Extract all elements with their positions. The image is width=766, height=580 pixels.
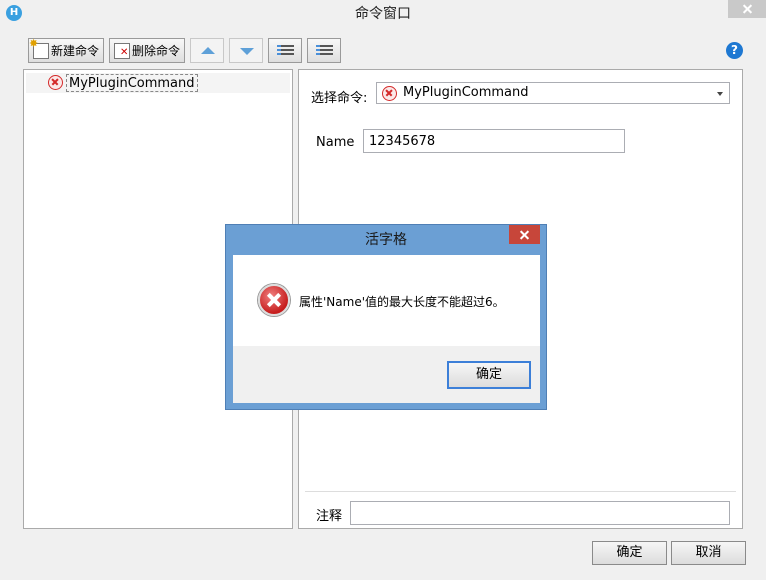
new-command-label: 新建命令 <box>51 44 100 58</box>
new-command-icon <box>29 37 49 59</box>
ok-button[interactable]: 确定 <box>592 541 667 565</box>
expand-list-button[interactable] <box>268 38 302 63</box>
list-expand-icon <box>277 45 294 57</box>
move-up-button[interactable] <box>190 38 224 63</box>
delete-command-icon <box>114 42 130 59</box>
window-close-button[interactable] <box>728 0 766 18</box>
collapse-list-button[interactable] <box>307 38 341 63</box>
tree-item[interactable]: MyPluginCommand <box>26 73 290 93</box>
error-icon <box>258 284 290 316</box>
error-icon <box>48 75 63 90</box>
command-select-value: MyPluginCommand <box>403 85 529 100</box>
title-bar: H 命令窗口 <box>0 0 766 26</box>
list-collapse-icon <box>316 45 333 57</box>
note-label: 注释 <box>316 509 343 524</box>
name-input[interactable] <box>363 129 625 153</box>
chevron-down-icon <box>717 92 723 96</box>
cancel-button[interactable]: 取消 <box>671 541 746 565</box>
move-down-button[interactable] <box>229 38 263 63</box>
dialog-title: 活字格 <box>365 232 407 248</box>
error-icon <box>382 86 397 101</box>
dialog-body: 属性'Name'值的最大长度不能超过6。 <box>233 255 540 346</box>
dialog-message: 属性'Name'值的最大长度不能超过6。 <box>299 295 505 309</box>
command-select[interactable]: MyPluginCommand <box>376 82 730 104</box>
help-icon[interactable]: ? <box>726 42 743 59</box>
new-command-button[interactable]: 新建命令 <box>28 37 104 63</box>
dialog-footer: 确定 <box>233 346 540 403</box>
divider <box>305 491 736 492</box>
error-dialog: 活字格 属性'Name'值的最大长度不能超过6。 确定 <box>225 224 547 410</box>
delete-command-label: 删除命令 <box>132 44 181 58</box>
name-label: Name <box>316 135 355 150</box>
dialog-ok-button[interactable]: 确定 <box>447 361 531 389</box>
window-title: 命令窗口 <box>355 6 411 22</box>
dialog-close-button[interactable] <box>509 225 540 244</box>
select-command-label: 选择命令: <box>311 91 368 106</box>
note-input[interactable] <box>350 501 730 525</box>
tree-item-label: MyPluginCommand <box>66 74 198 92</box>
delete-command-button[interactable]: 删除命令 <box>109 38 185 63</box>
